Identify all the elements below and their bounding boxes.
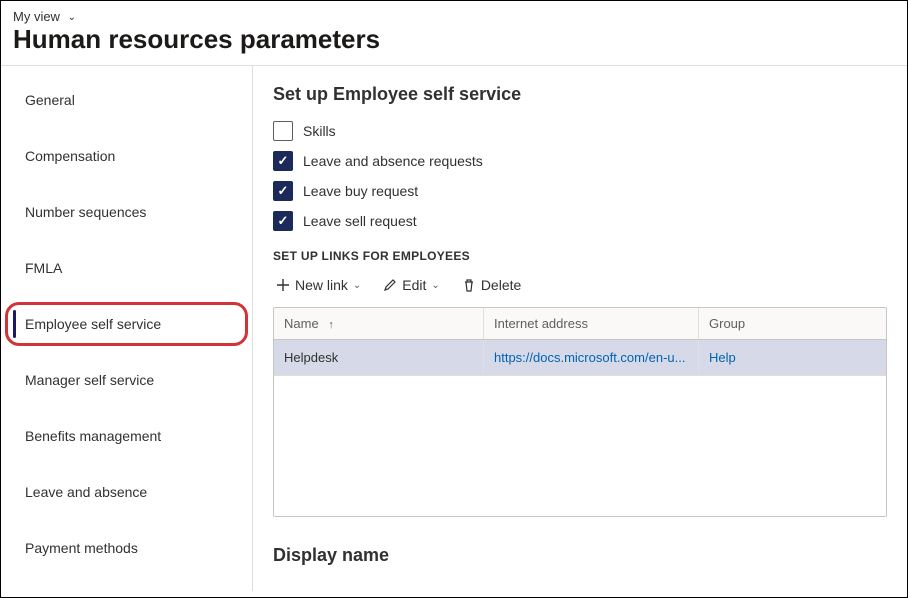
checkbox-checked-icon: ✓	[273, 151, 293, 171]
section-heading: Set up Employee self service	[273, 84, 887, 105]
cell-name: Helpdesk	[274, 340, 484, 375]
table-row[interactable]: Helpdesk https://docs.microsoft.com/en-u…	[274, 340, 886, 376]
delete-label: Delete	[481, 277, 521, 293]
main-content: Set up Employee self service Skills ✓ Le…	[253, 66, 907, 591]
checkbox-label: Skills	[303, 123, 336, 139]
sidebar-item-payment-methods[interactable]: Payment methods	[1, 520, 252, 576]
cell-internet-address[interactable]: https://docs.microsoft.com/en-u...	[484, 340, 699, 375]
grid-header: Name ↑ Internet address Group	[274, 308, 886, 340]
sidebar: General Compensation Number sequences FM…	[1, 66, 253, 591]
links-grid: Name ↑ Internet address Group Helpdesk h…	[273, 307, 887, 517]
sort-ascending-icon: ↑	[328, 319, 334, 331]
chevron-down-icon: ⌄	[353, 280, 361, 291]
sidebar-item-employee-self-service[interactable]: Employee self service	[1, 296, 252, 352]
view-selector-label: My view	[13, 9, 60, 24]
new-link-label: New link	[295, 277, 348, 293]
column-header-name[interactable]: Name ↑	[274, 308, 484, 339]
delete-button[interactable]: Delete	[459, 273, 524, 297]
sidebar-item-general[interactable]: General	[1, 72, 252, 128]
links-section-label: SET UP LINKS FOR EMPLOYEES	[273, 249, 887, 263]
checkbox-leave-sell-request[interactable]: ✓ Leave sell request	[273, 211, 887, 231]
checkbox-checked-icon: ✓	[273, 181, 293, 201]
view-selector[interactable]: My view ⌄	[1, 1, 907, 24]
checkbox-leave-buy-request[interactable]: ✓ Leave buy request	[273, 181, 887, 201]
edit-button[interactable]: Edit ⌄	[380, 273, 443, 297]
checkbox-skills[interactable]: Skills	[273, 121, 887, 141]
links-toolbar: New link ⌄ Edit ⌄ Delete	[273, 273, 887, 297]
plus-icon	[276, 278, 290, 292]
chevron-down-icon: ⌄	[68, 12, 76, 23]
sidebar-item-fmla[interactable]: FMLA	[1, 240, 252, 296]
checkbox-label: Leave sell request	[303, 213, 417, 229]
checkbox-leave-absence-requests[interactable]: ✓ Leave and absence requests	[273, 151, 887, 171]
edit-label: Edit	[402, 277, 426, 293]
checkbox-unchecked-icon	[273, 121, 293, 141]
cell-group[interactable]: Help	[699, 340, 886, 375]
pencil-icon	[383, 278, 397, 292]
chevron-down-icon: ⌄	[431, 280, 439, 291]
sidebar-item-leave-and-absence[interactable]: Leave and absence	[1, 464, 252, 520]
sidebar-item-manager-self-service[interactable]: Manager self service	[1, 352, 252, 408]
sidebar-item-number-sequences[interactable]: Number sequences	[1, 184, 252, 240]
new-link-button[interactable]: New link ⌄	[273, 273, 364, 297]
checkbox-label: Leave and absence requests	[303, 153, 483, 169]
column-header-group[interactable]: Group	[699, 308, 886, 339]
sidebar-item-label: Employee self service	[25, 316, 161, 332]
page-title: Human resources parameters	[1, 24, 907, 61]
sidebar-item-compensation[interactable]: Compensation	[1, 128, 252, 184]
column-header-internet-address[interactable]: Internet address	[484, 308, 699, 339]
sidebar-item-benefits-management[interactable]: Benefits management	[1, 408, 252, 464]
display-name-heading: Display name	[273, 545, 887, 566]
checkbox-checked-icon: ✓	[273, 211, 293, 231]
checkbox-label: Leave buy request	[303, 183, 418, 199]
trash-icon	[462, 278, 476, 292]
